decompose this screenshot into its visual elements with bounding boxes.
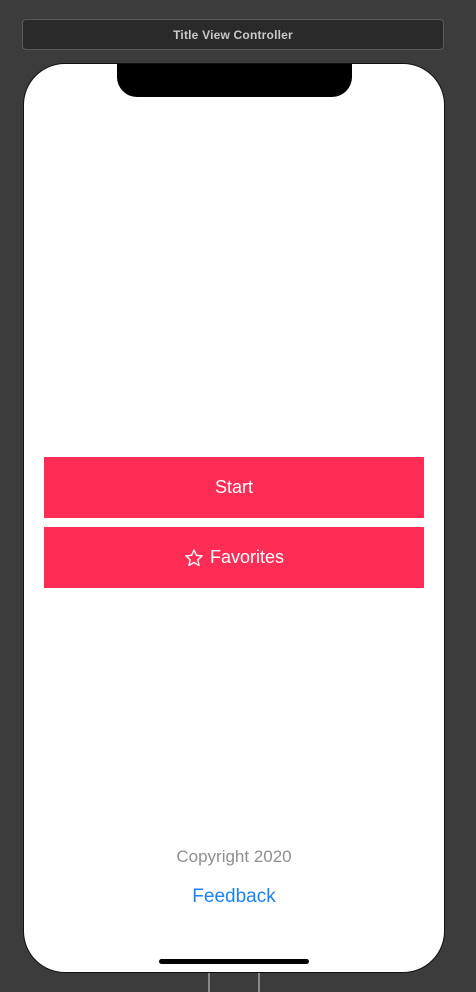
view-controller-title: Title View Controller [173, 27, 293, 42]
star-outline-icon [184, 548, 204, 568]
start-button[interactable]: Start [44, 457, 424, 518]
copyright-text: Copyright 2020 [176, 847, 292, 866]
segue-connector-left [208, 973, 210, 992]
device-notch [117, 64, 352, 97]
view-controller-header[interactable]: Title View Controller [22, 19, 444, 50]
feedback-link[interactable]: Feedback [174, 886, 294, 908]
device-frame: Start Favorites Copyright 2020 Feedback [23, 63, 445, 973]
home-indicator [159, 959, 309, 964]
favorites-button-label: Favorites [209, 547, 285, 567]
start-button-label: Start [214, 477, 253, 497]
segue-connector-right [258, 973, 260, 992]
favorites-button[interactable]: Favorites [44, 527, 424, 588]
